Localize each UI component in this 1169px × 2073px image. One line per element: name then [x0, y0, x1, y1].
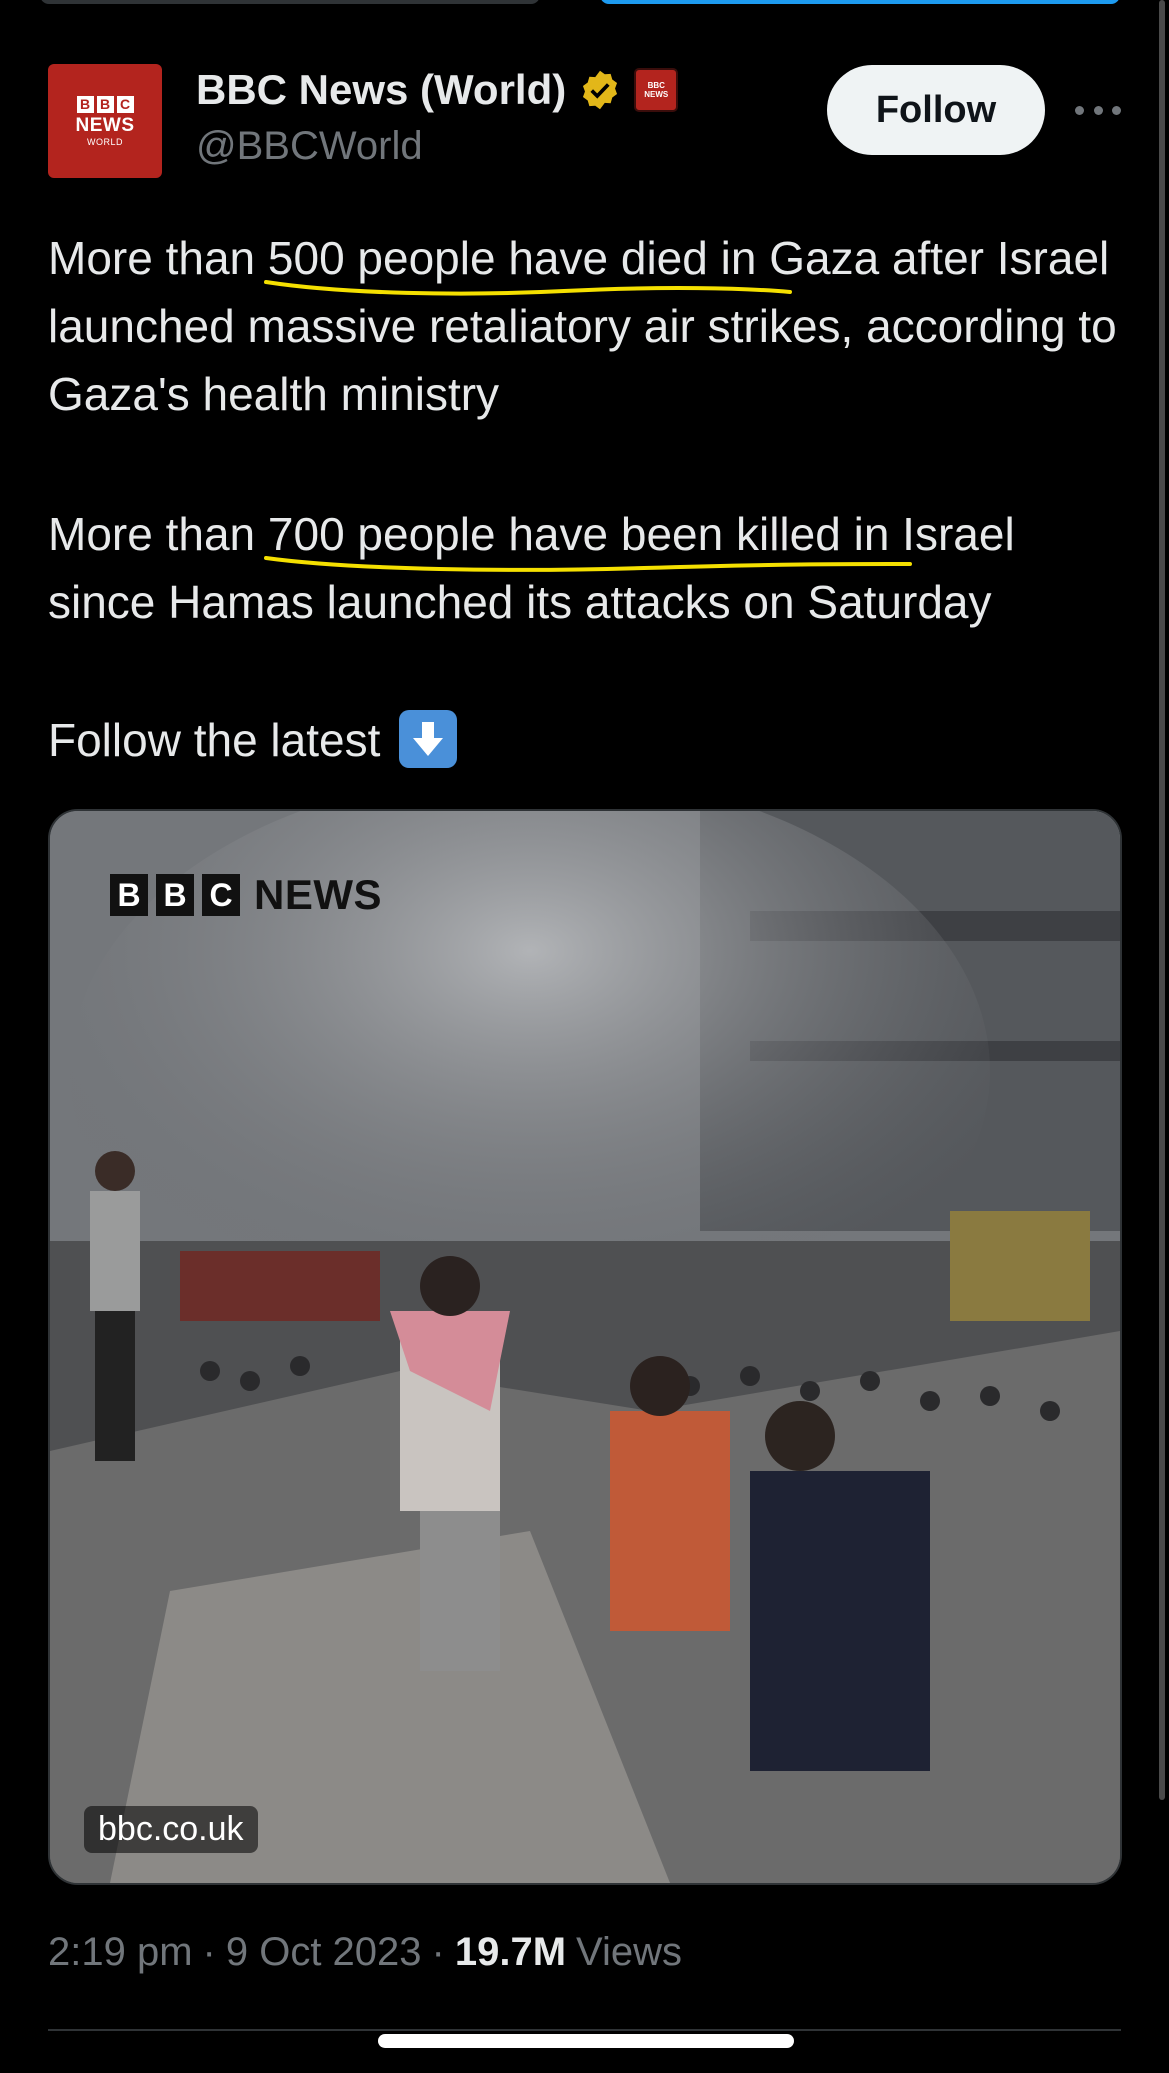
yellow-underline-icon [263, 280, 792, 296]
avatar-news-text: NEWS [75, 114, 135, 136]
top-button-partial[interactable] [40, 0, 540, 4]
affiliate-badge-icon[interactable]: BBC NEWS [634, 68, 679, 112]
text-segment: Follow the latest [48, 714, 381, 766]
text-segment: 700 people have been killed in [267, 508, 890, 560]
text-segment: More than [48, 508, 268, 560]
scrollbar[interactable] [1159, 0, 1165, 1800]
avatar-world-text: WORLD [87, 136, 123, 147]
tweet-paragraph: More than 500 people have died in Gaza a… [48, 224, 1128, 428]
more-options-icon[interactable] [1075, 90, 1121, 130]
divider [48, 2029, 1121, 2031]
text-segment: 500 people have died in [267, 232, 757, 284]
home-indicator[interactable] [378, 2034, 794, 2048]
highlighted-text: 700 people have been killed in [263, 508, 912, 572]
avatar[interactable]: B B C NEWS WORLD [48, 64, 162, 178]
logo-news-text: NEWS [254, 871, 382, 918]
avatar-block: C [116, 95, 134, 113]
avatar-block: B [76, 95, 94, 113]
tweet-paragraph: More than 700 people have been killed in… [48, 500, 1128, 636]
top-button-partial-accent[interactable] [600, 0, 1120, 4]
tweet-time[interactable]: 2:19 pm [48, 1930, 193, 1975]
logo-block: B [156, 874, 194, 916]
tweet-date[interactable]: 9 Oct 2023 [226, 1930, 422, 1975]
affiliate-badge-text: BBC NEWS [644, 81, 669, 99]
tweet-media-image[interactable]: B B C NEWS bbc.co.uk [48, 809, 1122, 1885]
logo-block: C [202, 874, 240, 916]
avatar-block: B [96, 95, 114, 113]
views-label: Views [576, 1930, 683, 1974]
separator: · [431, 1930, 445, 1974]
follow-button[interactable]: Follow [827, 65, 1045, 155]
text-segment: More than [48, 232, 268, 284]
separator: · [202, 1930, 216, 1974]
avatar-bbc-blocks: B B C [76, 95, 134, 113]
tweet-paragraph: Follow the latest [48, 706, 1128, 774]
down-arrow-emoji-icon [399, 710, 458, 768]
link-domain-chip[interactable]: bbc.co.uk [84, 1806, 258, 1853]
logo-block: B [110, 874, 148, 916]
scene-illustration [50, 811, 1120, 1883]
display-name[interactable]: BBC News (World) [196, 66, 566, 114]
verified-badge-icon[interactable] [578, 68, 622, 112]
views-count[interactable]: 19.7M [455, 1930, 566, 1975]
yellow-underline-icon [263, 556, 912, 572]
tweet-meta: 2:19 pm · 9 Oct 2023 · 19.7M Views [48, 1930, 682, 1975]
highlighted-text: 500 people have died in [263, 232, 792, 296]
name-row: BBC News (World) BBC NEWS [196, 66, 679, 114]
handle[interactable]: @BBCWorld [196, 124, 423, 169]
bbc-news-logo: B B C NEWS [110, 871, 382, 919]
